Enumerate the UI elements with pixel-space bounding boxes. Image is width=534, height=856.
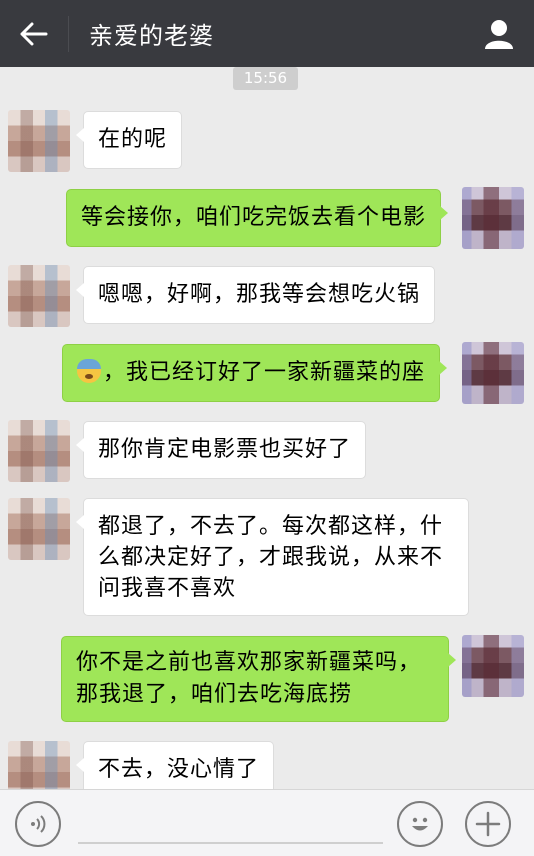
header-divider bbox=[68, 15, 69, 52]
message-line: 你不是之前也喜欢那家新疆菜吗， bbox=[76, 650, 422, 675]
chat-header: 亲爱的老婆 bbox=[0, 0, 534, 67]
voice-icon bbox=[31, 815, 46, 833]
person-icon bbox=[485, 19, 513, 49]
my-avatar[interactable] bbox=[462, 187, 524, 249]
message-line: 么都决定好了，才跟我说，从来不 bbox=[98, 545, 444, 570]
incoming-message[interactable]: 那你肯定电影票也买好了 bbox=[75, 421, 367, 479]
emoji-button[interactable] bbox=[397, 801, 443, 847]
anxious-face-emoji bbox=[77, 359, 101, 383]
incoming-message[interactable]: 在的呢 bbox=[75, 111, 183, 169]
my-avatar[interactable] bbox=[462, 635, 524, 697]
input-bar bbox=[0, 789, 534, 856]
message-line: 都退了，不去了。每次都这样，什 bbox=[98, 514, 444, 539]
contact-avatar[interactable] bbox=[8, 498, 70, 560]
message-input[interactable] bbox=[78, 842, 383, 844]
arrow-left-icon bbox=[20, 22, 48, 45]
incoming-message[interactable]: 都退了，不去了。每次都这样，什 么都决定好了，才跟我说，从来不 问我喜不喜欢 bbox=[76, 498, 469, 616]
my-avatar[interactable] bbox=[462, 342, 524, 404]
voice-button[interactable] bbox=[15, 801, 61, 847]
contact-avatar[interactable] bbox=[8, 265, 70, 327]
message-line: 那我退了，咱们去吃海底捞 bbox=[76, 682, 353, 707]
chat-title: 亲爱的老婆 bbox=[89, 22, 214, 50]
back-button[interactable] bbox=[0, 0, 68, 67]
outgoing-message[interactable]: ，我已经订好了一家新疆菜的座 bbox=[62, 344, 448, 402]
smiley-icon bbox=[412, 817, 428, 831]
outgoing-message[interactable]: 等会接你，咱们吃完饭去看个电影 bbox=[66, 189, 449, 247]
contact-avatar[interactable] bbox=[8, 420, 70, 482]
contact-avatar[interactable] bbox=[8, 110, 70, 172]
chat-info-button[interactable] bbox=[464, 0, 534, 67]
add-button[interactable] bbox=[465, 801, 511, 847]
incoming-message[interactable]: 不去，没心情了 bbox=[75, 741, 275, 789]
outgoing-message[interactable]: 你不是之前也喜欢那家新疆菜吗， 那我退了，咱们去吃海底捞 bbox=[61, 636, 456, 722]
message-text: ，我已经订好了一家新疆菜的座 bbox=[103, 360, 426, 385]
incoming-message[interactable]: 嗯嗯，好啊，那我等会想吃火锅 bbox=[75, 266, 436, 324]
plus-icon bbox=[475, 811, 501, 837]
message-line: 问我喜不喜欢 bbox=[98, 576, 237, 601]
message-timestamp: 15:56 bbox=[233, 67, 298, 90]
